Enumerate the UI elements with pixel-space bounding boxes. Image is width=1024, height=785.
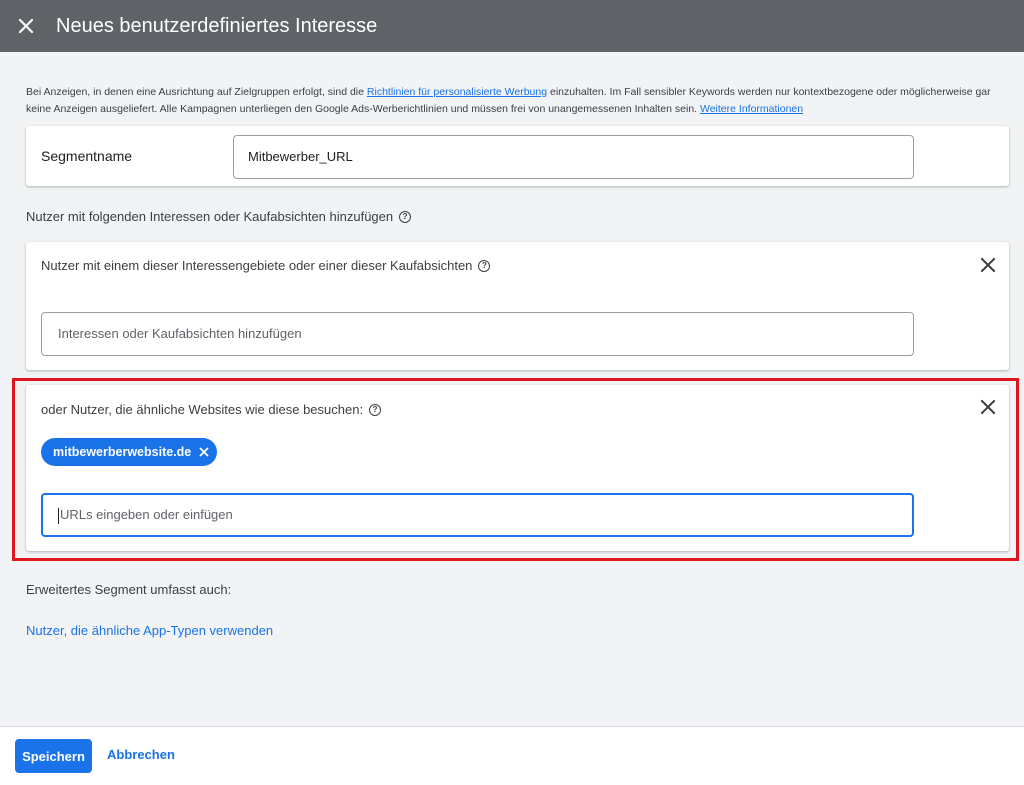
save-button[interactable]: Speichern <box>15 739 92 773</box>
dialog-header: Neues benutzerdefiniertes Interesse <box>0 0 1024 52</box>
remove-interest-card-icon[interactable] <box>979 256 997 274</box>
close-icon <box>19 19 33 33</box>
add-interests-heading-text: Nutzer mit folgenden Interessen oder Kau… <box>26 209 394 224</box>
dialog-footer: Speichern Abbrechen <box>0 726 1024 785</box>
more-info-link[interactable]: Weitere Informationen <box>700 103 803 115</box>
cancel-button[interactable]: Abbrechen <box>107 747 175 762</box>
close-dialog-button[interactable] <box>0 0 52 52</box>
interest-input[interactable]: Interessen oder Kaufabsichten hinzufügen <box>41 312 914 356</box>
dialog-title: Neues benutzerdefiniertes Interesse <box>56 14 378 37</box>
interest-card: Nutzer mit einem dieser Interessengebiet… <box>26 242 1009 370</box>
segment-name-label: Segmentname <box>41 148 133 164</box>
extended-segment-label: Erweitertes Segment umfasst auch: <box>26 582 232 597</box>
help-icon[interactable]: ? <box>399 210 412 223</box>
segment-name-input[interactable]: Mitbewerber_URL <box>233 135 914 179</box>
help-icon[interactable]: ? <box>478 259 491 272</box>
add-interests-heading: Nutzer mit folgenden Interessen oder Kau… <box>26 209 412 224</box>
notice-text-1: Bei Anzeigen, in denen eine Ausrichtung … <box>26 86 367 98</box>
personalized-ads-policy-link[interactable]: Richtlinien für personalisierte Werbung <box>367 86 547 98</box>
segment-name-card: Segmentname Mitbewerber_URL <box>26 126 1009 186</box>
policy-notice: Bei Anzeigen, in denen eine Ausrichtung … <box>26 84 996 118</box>
interest-card-title-text: Nutzer mit einem dieser Interessengebiet… <box>41 258 473 273</box>
similar-app-types-link[interactable]: Nutzer, die ähnliche App-Typen verwenden <box>26 623 273 638</box>
highlight-box <box>12 378 1019 561</box>
interest-card-title: Nutzer mit einem dieser Interessengebiet… <box>41 258 491 273</box>
